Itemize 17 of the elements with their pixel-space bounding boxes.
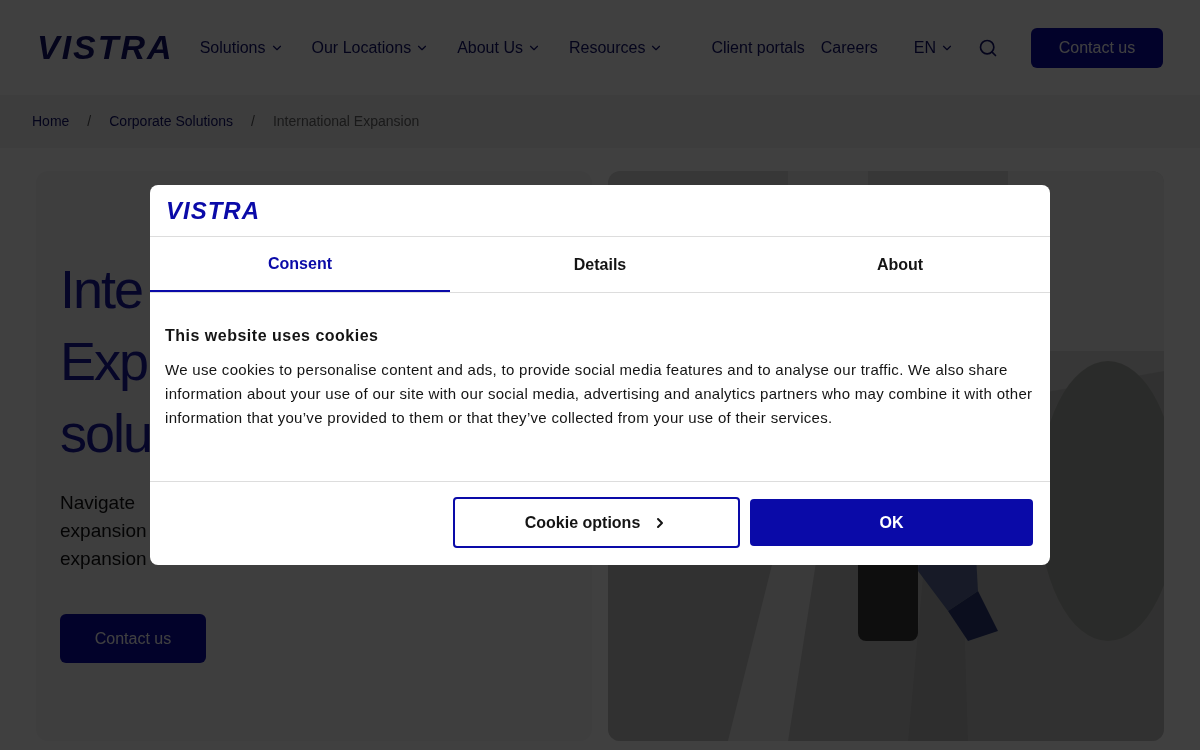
logo: VISTRA bbox=[166, 195, 260, 226]
breadcrumb-separator: / bbox=[87, 112, 92, 131]
hero-title: Exp bbox=[60, 330, 148, 393]
dialog-tab[interactable]: Details bbox=[450, 237, 750, 292]
hero-title: Inte bbox=[60, 258, 143, 321]
breadcrumb-separator: / bbox=[251, 112, 255, 131]
cookie-options-button[interactable]: Cookie options bbox=[453, 497, 740, 548]
ok-button[interactable]: OK bbox=[750, 499, 1033, 546]
dialog-heading: This website uses cookies bbox=[165, 326, 380, 346]
dialog-tab[interactable]: Consent bbox=[150, 237, 450, 292]
hero-description: Navigate bbox=[60, 491, 135, 515]
hero-title: solu bbox=[60, 402, 152, 465]
hero-description: expansion bbox=[60, 547, 147, 571]
dialog-tab[interactable]: About bbox=[750, 237, 1050, 292]
dialog-body: We use cookies to personalise content and ads, to provide social media features and to analyse our traffic. We also share information about your use of our site with our social media, advertising and analytics partners who may combine it with other information that you’ve provided to them or that they’ve collected from your use of their services. bbox=[165, 360, 1034, 428]
breadcrumb-item[interactable]: Corporate Solutions bbox=[109, 111, 233, 132]
hero-description: expansion bbox=[60, 519, 147, 543]
